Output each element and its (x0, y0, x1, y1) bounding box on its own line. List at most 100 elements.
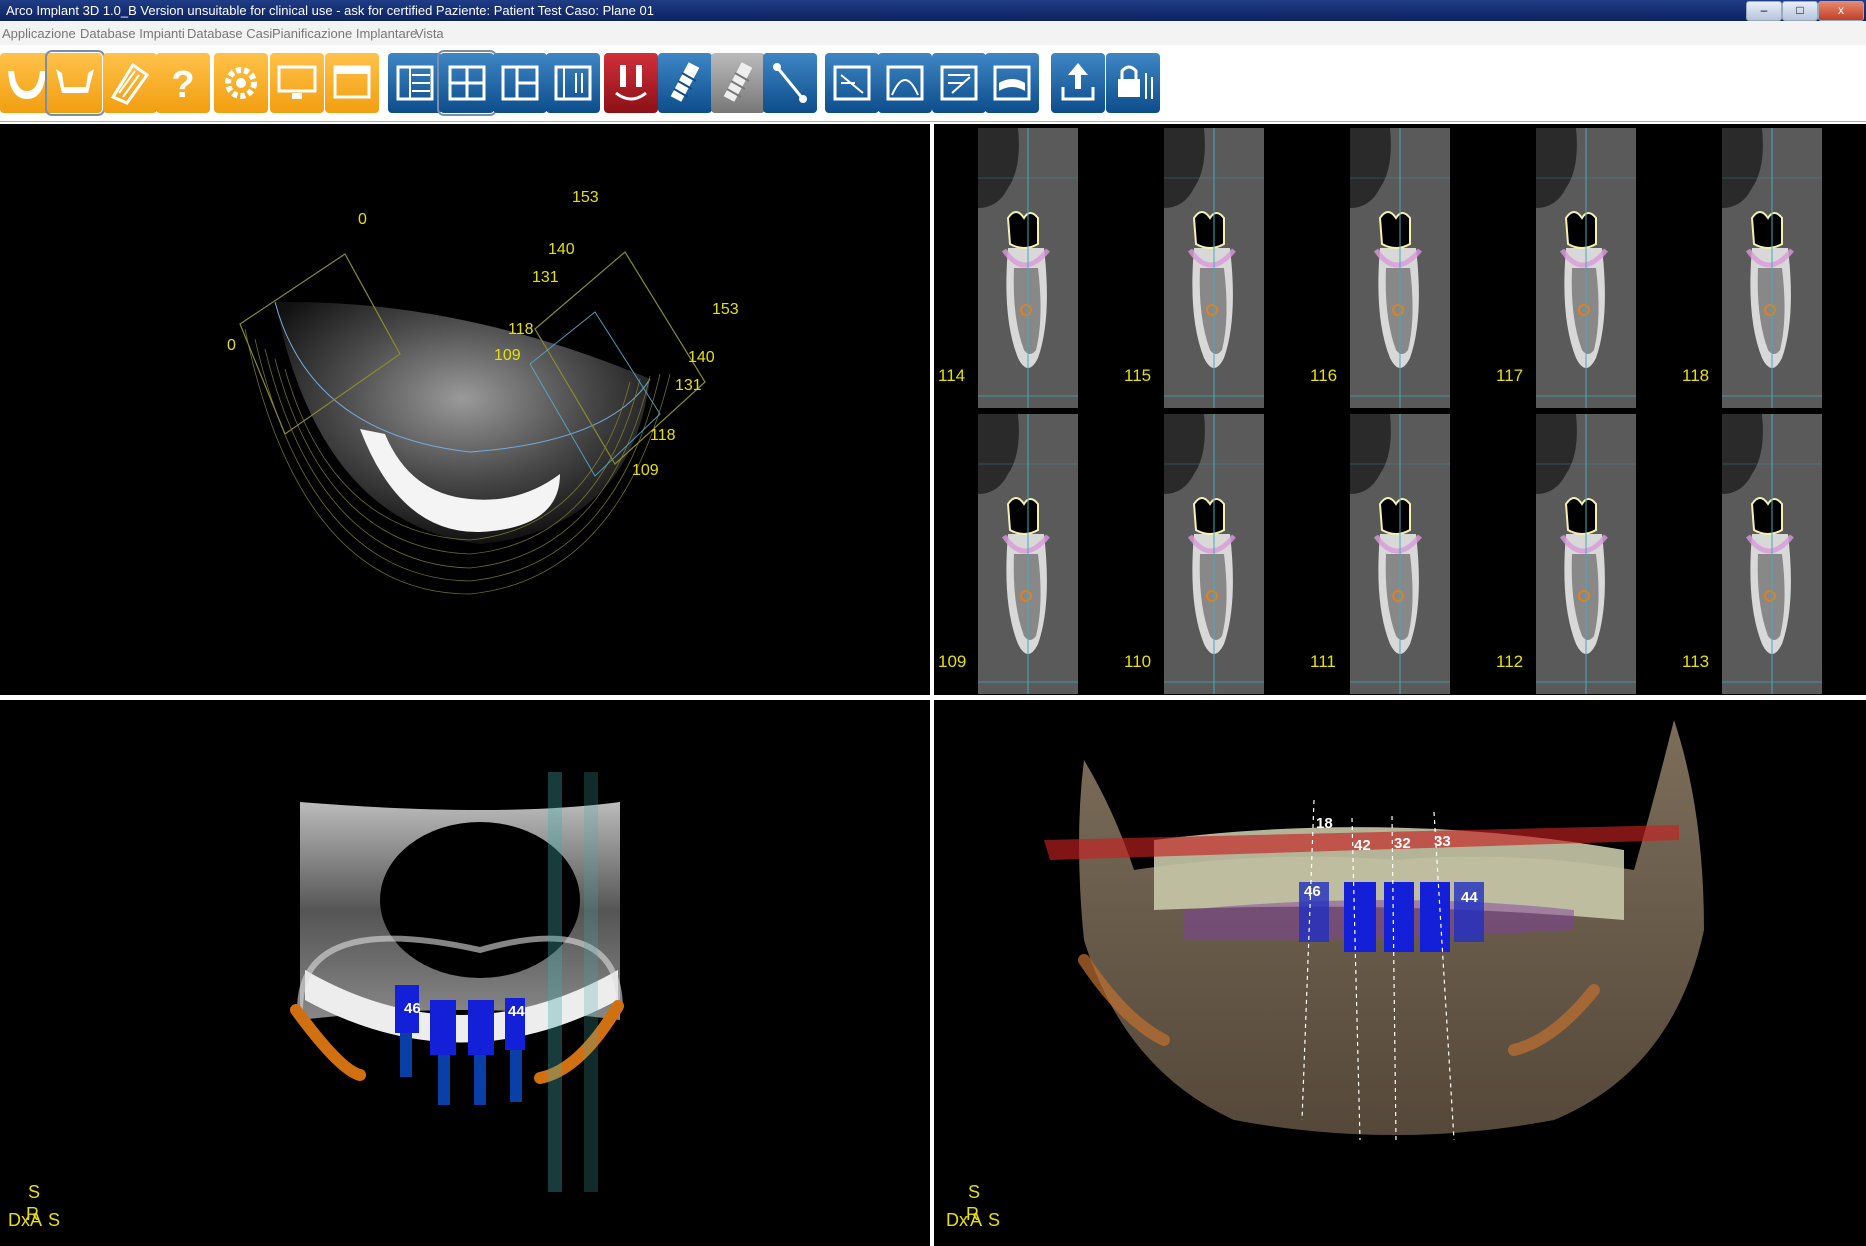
window-icon (333, 65, 371, 99)
curve-button[interactable] (878, 53, 932, 113)
measure-icon (773, 63, 807, 103)
cross-section-image[interactable] (1536, 414, 1636, 694)
axial-label-0-left: 0 (227, 337, 236, 354)
report-button[interactable] (932, 53, 986, 113)
cross-section-viewport[interactable]: 114 115 116 117 118 109 110 111 112 113 (934, 124, 1866, 695)
help-icon: ? (171, 64, 194, 106)
section-number: 118 (1682, 366, 1710, 385)
axial-label-153-a: 153 (572, 189, 599, 206)
cross-section-image[interactable] (978, 414, 1078, 694)
axial-label-140-b: 140 (688, 349, 715, 366)
implant-icon (670, 62, 700, 102)
section-icon (833, 65, 871, 101)
arch-button[interactable] (0, 53, 54, 113)
orient-s-3d: S (988, 1210, 1000, 1230)
monitor-icon (277, 65, 317, 99)
implant-label-46: 46 (404, 1000, 421, 1017)
axial-label-153-b: 153 (712, 301, 739, 318)
cross-section-image[interactable] (1350, 128, 1450, 408)
implant-gray-button[interactable] (711, 53, 765, 113)
export-button[interactable] (1051, 53, 1105, 113)
section-number: 112 (1496, 652, 1524, 671)
svg-text:?: ? (171, 64, 194, 106)
section-number: 114 (938, 366, 966, 385)
jaw-icon (56, 69, 94, 93)
axial-label-118-a: 118 (508, 321, 534, 338)
model-3d-viewport[interactable]: 18 42 32 33 46 44 S R Dx A S (934, 700, 1866, 1246)
orient-top: S (28, 1182, 40, 1202)
cross-section-image[interactable] (1536, 128, 1636, 408)
menu-pianificazione[interactable]: Pianificazione Implantare (272, 26, 417, 41)
nerve-icon (615, 65, 647, 101)
axial-label-140-a: 140 (548, 241, 575, 258)
menu-bar: Applicazione Database Impianti Database … (0, 21, 1866, 45)
cross-section-image[interactable] (1164, 128, 1264, 408)
nerve-button[interactable] (604, 53, 658, 113)
title-bar: Arco Implant 3D 1.0_B Version unsuitable… (0, 0, 1866, 21)
section-number: 117 (1496, 366, 1524, 385)
panoramic-viewport[interactable]: 46 44 S R Dx A S (0, 700, 930, 1246)
minimize-button[interactable]: – (1746, 1, 1782, 21)
axial-scan: 0 0 153 140 131 118 109 153 140 131 118 … (227, 189, 739, 595)
axial-label-0-top: 0 (358, 211, 367, 228)
layout-list-button[interactable] (388, 53, 442, 113)
implant-3d-label-44: 44 (1461, 889, 1478, 906)
implant-button[interactable] (658, 53, 712, 113)
monitor-button[interactable] (270, 53, 324, 113)
orient-left-3d: Dx (946, 1210, 968, 1230)
axial-label-118-b: 118 (650, 427, 676, 444)
menu-database-impianti[interactable]: Database Impianti (80, 26, 185, 41)
cross-section-image[interactable] (1164, 414, 1264, 694)
orient-left: Dx (8, 1210, 30, 1230)
section-number: 115 (1124, 366, 1152, 385)
help-button[interactable]: ? (156, 53, 210, 113)
axial-viewport[interactable]: 0 0 153 140 131 118 109 153 140 131 118 … (0, 124, 930, 695)
layout-list-icon (396, 65, 434, 101)
lock-button[interactable] (1106, 53, 1160, 113)
cross-section-image[interactable] (978, 128, 1078, 408)
layout-panel-button[interactable] (546, 53, 600, 113)
scan-button[interactable] (103, 53, 157, 113)
layout-split-icon (501, 65, 539, 101)
arch-icon (8, 71, 46, 99)
measure-button[interactable] (763, 53, 817, 113)
section-number: 110 (1124, 652, 1152, 671)
implant-gray-icon (723, 62, 753, 102)
curve-icon (886, 65, 924, 101)
orient-s: S (48, 1210, 60, 1230)
axial-label-109-a: 109 (494, 347, 521, 364)
lock-icon (1118, 65, 1153, 99)
implant-3d-label-42: 42 (1354, 837, 1371, 854)
axial-label-109-b: 109 (632, 462, 659, 479)
scan-icon (110, 62, 150, 105)
jaw-button[interactable] (45, 50, 105, 116)
implant-3d-label-18: 18 (1316, 815, 1333, 832)
jaw-3d-model: 18 42 32 33 46 44 S R Dx A S (946, 720, 1704, 1230)
section-button[interactable] (825, 53, 879, 113)
cross-section-image[interactable] (1722, 414, 1822, 694)
implant-3d-label-46: 46 (1304, 883, 1321, 900)
implant-3d-label-32: 32 (1394, 835, 1411, 852)
settings-button[interactable] (214, 53, 268, 113)
cross-section-image[interactable] (1350, 414, 1450, 694)
menu-vista[interactable]: Vista (415, 26, 444, 41)
implant-label-44: 44 (508, 1003, 525, 1020)
maximize-button[interactable]: □ (1782, 1, 1818, 21)
layout-split-button[interactable] (493, 53, 547, 113)
report-icon (940, 65, 978, 101)
settings-icon (225, 67, 257, 99)
layout-grid-button[interactable] (437, 50, 497, 116)
menu-database-casi[interactable]: Database Casi (187, 26, 272, 41)
axial-label-131-a: 131 (532, 269, 559, 286)
orient-a: A (30, 1210, 42, 1230)
panoramic-scan: 46 44 S R Dx A S (8, 772, 624, 1230)
plane-icon (993, 65, 1031, 101)
section-number: 116 (1310, 366, 1338, 385)
section-number: 109 (938, 652, 967, 671)
plane-button[interactable] (985, 53, 1039, 113)
cross-section-image[interactable] (1722, 128, 1822, 408)
menu-applicazione[interactable]: Applicazione (2, 26, 76, 41)
close-button[interactable]: x (1818, 1, 1864, 21)
window-button[interactable] (325, 53, 379, 113)
section-number: 111 (1310, 652, 1336, 671)
